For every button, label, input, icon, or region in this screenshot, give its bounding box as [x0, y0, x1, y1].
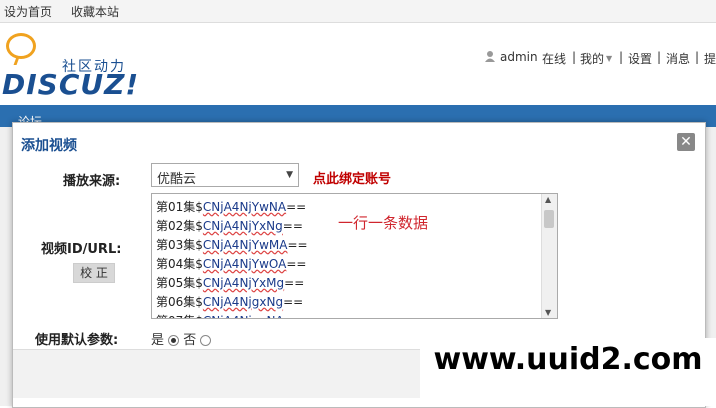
my-menu[interactable]: 我的 — [580, 50, 604, 67]
bind-account-link[interactable]: 点此绑定账号 — [313, 168, 391, 187]
nav-divider: | — [572, 50, 577, 64]
source-label: 播放来源: — [63, 174, 121, 189]
option-no-label: 否 — [183, 333, 197, 348]
settings-link[interactable]: 设置 — [628, 50, 652, 67]
video-id-suffix: == — [286, 257, 307, 271]
episode-prefix: 第06集$ — [156, 295, 203, 309]
chevron-down-icon[interactable]: ▼ — [606, 54, 612, 63]
video-id: CNjA4NjYwMA — [202, 238, 288, 252]
textarea-hint: 一行一条数据 — [338, 214, 429, 232]
video-id-suffix: == — [286, 200, 307, 214]
dialog-title: 添加视频 — [21, 138, 77, 154]
online-status[interactable]: 在线 — [542, 50, 566, 67]
default-params-options: 是 否 — [151, 329, 212, 348]
video-id: CNjA4NjYwNA — [202, 200, 287, 214]
watermark: www.uuid2.com — [420, 338, 716, 406]
option-yes-label: 是 — [151, 333, 165, 348]
set-homepage-link[interactable]: 设为首页 — [4, 3, 52, 20]
episode-prefix: 第03集$ — [156, 238, 203, 252]
video-line: 第04集$CNjA4NjYwOA== — [156, 255, 308, 274]
remind-link[interactable]: 提 — [704, 50, 716, 67]
episode-prefix: 第07集$ — [156, 314, 203, 318]
video-line: 第01集$CNjA4NjYwNA== — [156, 198, 308, 217]
top-bar: 设为首页 收藏本站 — [0, 0, 716, 23]
video-id-suffix: == — [284, 314, 304, 318]
verify-button[interactable]: 校 正 — [73, 263, 115, 283]
logo-bubble-icon — [6, 33, 36, 59]
default-params-label: 使用默认参数: — [35, 333, 119, 348]
user-icon — [484, 50, 496, 65]
scrollbar-thumb[interactable] — [544, 210, 554, 228]
radio-yes[interactable] — [168, 335, 180, 346]
username-link[interactable]: admin — [500, 50, 538, 64]
textarea-scrollbar[interactable]: ▲ ▼ — [541, 194, 557, 318]
nav-divider: | — [695, 50, 700, 64]
close-icon[interactable]: ✕ — [677, 133, 695, 151]
video-id: CNjA4NjYxMg — [202, 276, 285, 290]
video-id: CNjA4NjYwOA — [202, 257, 287, 271]
textarea-content: 第01集$CNjA4NjYwNA== 第02集$CNjA4NjYxNg== 第03集… — [156, 198, 308, 318]
nav-divider: | — [657, 50, 662, 64]
nav-divider: | — [619, 50, 624, 64]
episode-prefix: 第01集$ — [156, 200, 203, 214]
episode-prefix: 第05集$ — [156, 276, 203, 290]
video-id-suffix: == — [283, 295, 304, 309]
video-id-suffix: == — [282, 219, 303, 233]
video-line: 第03集$CNjA4NjYwMA== — [156, 236, 308, 255]
video-id-suffix: == — [287, 238, 308, 252]
video-line: 第02集$CNjA4NjYxNg== — [156, 217, 308, 236]
chevron-down-icon: ▼ — [286, 170, 293, 180]
video-line: 第07集$CNjA4NjgyNA== — [156, 312, 308, 318]
site-header: 社区动力 DISCUZ! admin 在线 | 我的 ▼ | 设置 | 消息 |… — [0, 23, 716, 105]
messages-link[interactable]: 消息 — [666, 50, 690, 67]
video-line: 第06集$CNjA4NjgxNg== — [156, 293, 308, 312]
video-id-label: 视频ID/URL: — [41, 242, 122, 257]
episode-prefix: 第04集$ — [156, 257, 203, 271]
video-id-suffix: == — [284, 276, 305, 290]
video-id: CNjA4NjgxNg — [202, 295, 284, 309]
video-id: CNjA4NjYxNg — [202, 219, 283, 233]
video-line: 第05集$CNjA4NjYxMg== — [156, 274, 308, 293]
radio-no[interactable] — [200, 335, 212, 346]
scroll-down-icon[interactable]: ▼ — [545, 308, 551, 317]
scroll-up-icon[interactable]: ▲ — [545, 195, 551, 204]
bookmark-link[interactable]: 收藏本站 — [71, 3, 119, 20]
video-id: CNjA4NjgyNA — [203, 314, 284, 318]
episode-prefix: 第02集$ — [156, 219, 203, 233]
logo-brand[interactable]: DISCUZ! — [2, 68, 139, 101]
video-id-textarea[interactable]: 第01集$CNjA4NjYwNA== 第02集$CNjA4NjYxNg== 第03集… — [151, 193, 558, 319]
source-select[interactable]: 优酷云 ▼ — [151, 163, 299, 187]
source-select-value: 优酷云 — [157, 172, 197, 187]
